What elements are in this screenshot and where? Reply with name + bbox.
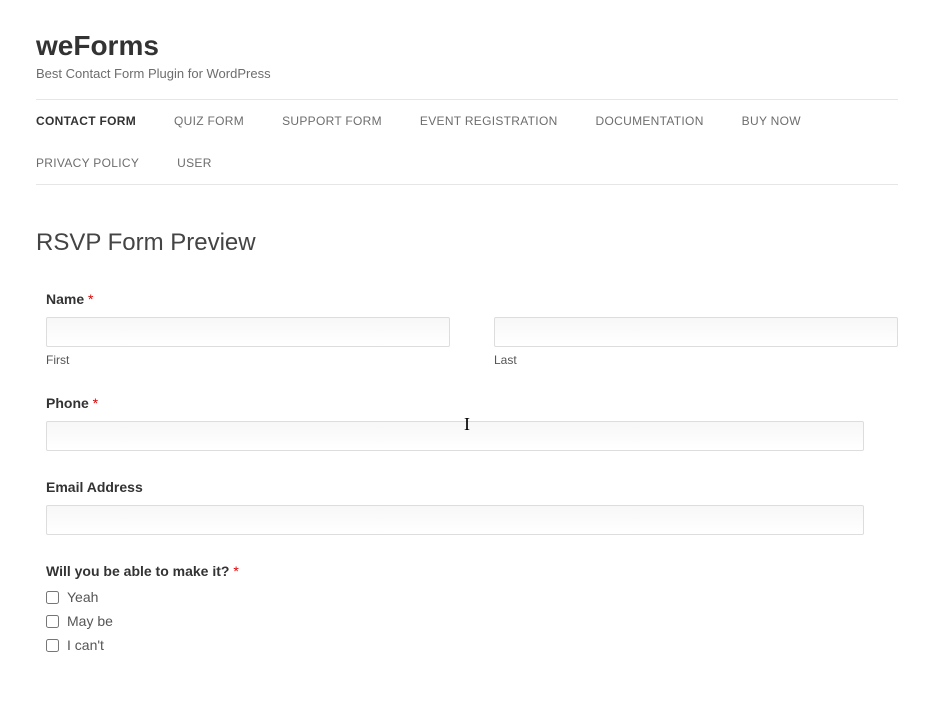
- required-mark: *: [233, 563, 238, 579]
- attend-option-yeah-label: Yeah: [67, 589, 98, 605]
- field-attend: Will you be able to make it? * Yeah May …: [46, 563, 898, 653]
- site-title: weForms: [36, 30, 898, 62]
- attend-option-row: Yeah: [46, 589, 898, 605]
- field-phone: Phone *: [46, 395, 898, 451]
- attend-option-row: I can't: [46, 637, 898, 653]
- first-name-sublabel: First: [46, 353, 450, 367]
- phone-input[interactable]: [46, 421, 864, 451]
- last-name-input[interactable]: [494, 317, 898, 347]
- nav-documentation[interactable]: DOCUMENTATION: [596, 100, 722, 142]
- email-label: Email Address: [46, 479, 898, 495]
- name-label-text: Name: [46, 291, 84, 307]
- last-name-sublabel: Last: [494, 353, 898, 367]
- attend-option-cant-label: I can't: [67, 637, 104, 653]
- nav-buy-now[interactable]: BUY NOW: [742, 100, 819, 142]
- attend-label: Will you be able to make it? *: [46, 563, 898, 579]
- primary-nav: CONTACT FORM QUIZ FORM SUPPORT FORM EVEN…: [36, 99, 898, 185]
- attend-option-row: May be: [46, 613, 898, 629]
- required-mark: *: [93, 395, 98, 411]
- page-heading: RSVP Form Preview: [36, 229, 898, 257]
- nav-event-registration[interactable]: EVENT REGISTRATION: [420, 100, 576, 142]
- site-tagline: Best Contact Form Plugin for WordPress: [36, 66, 898, 81]
- email-input[interactable]: [46, 505, 864, 535]
- name-label: Name *: [46, 291, 898, 307]
- rsvp-form: Name * First Last Phone: [36, 291, 898, 653]
- first-name-input[interactable]: [46, 317, 450, 347]
- attend-option-cant-checkbox[interactable]: [46, 639, 59, 652]
- phone-label: Phone *: [46, 395, 898, 411]
- field-name: Name * First Last: [46, 291, 898, 367]
- phone-label-text: Phone: [46, 395, 89, 411]
- nav-user[interactable]: USER: [177, 142, 230, 184]
- nav-support-form[interactable]: SUPPORT FORM: [282, 100, 400, 142]
- attend-option-yeah-checkbox[interactable]: [46, 591, 59, 604]
- attend-option-maybe-checkbox[interactable]: [46, 615, 59, 628]
- attend-option-maybe-label: May be: [67, 613, 113, 629]
- attend-label-text: Will you be able to make it?: [46, 563, 229, 579]
- nav-quiz-form[interactable]: QUIZ FORM: [174, 100, 262, 142]
- nav-privacy-policy[interactable]: PRIVACY POLICY: [36, 142, 157, 184]
- nav-contact-form[interactable]: CONTACT FORM: [36, 100, 154, 142]
- required-mark: *: [88, 291, 93, 307]
- field-email: Email Address: [46, 479, 898, 535]
